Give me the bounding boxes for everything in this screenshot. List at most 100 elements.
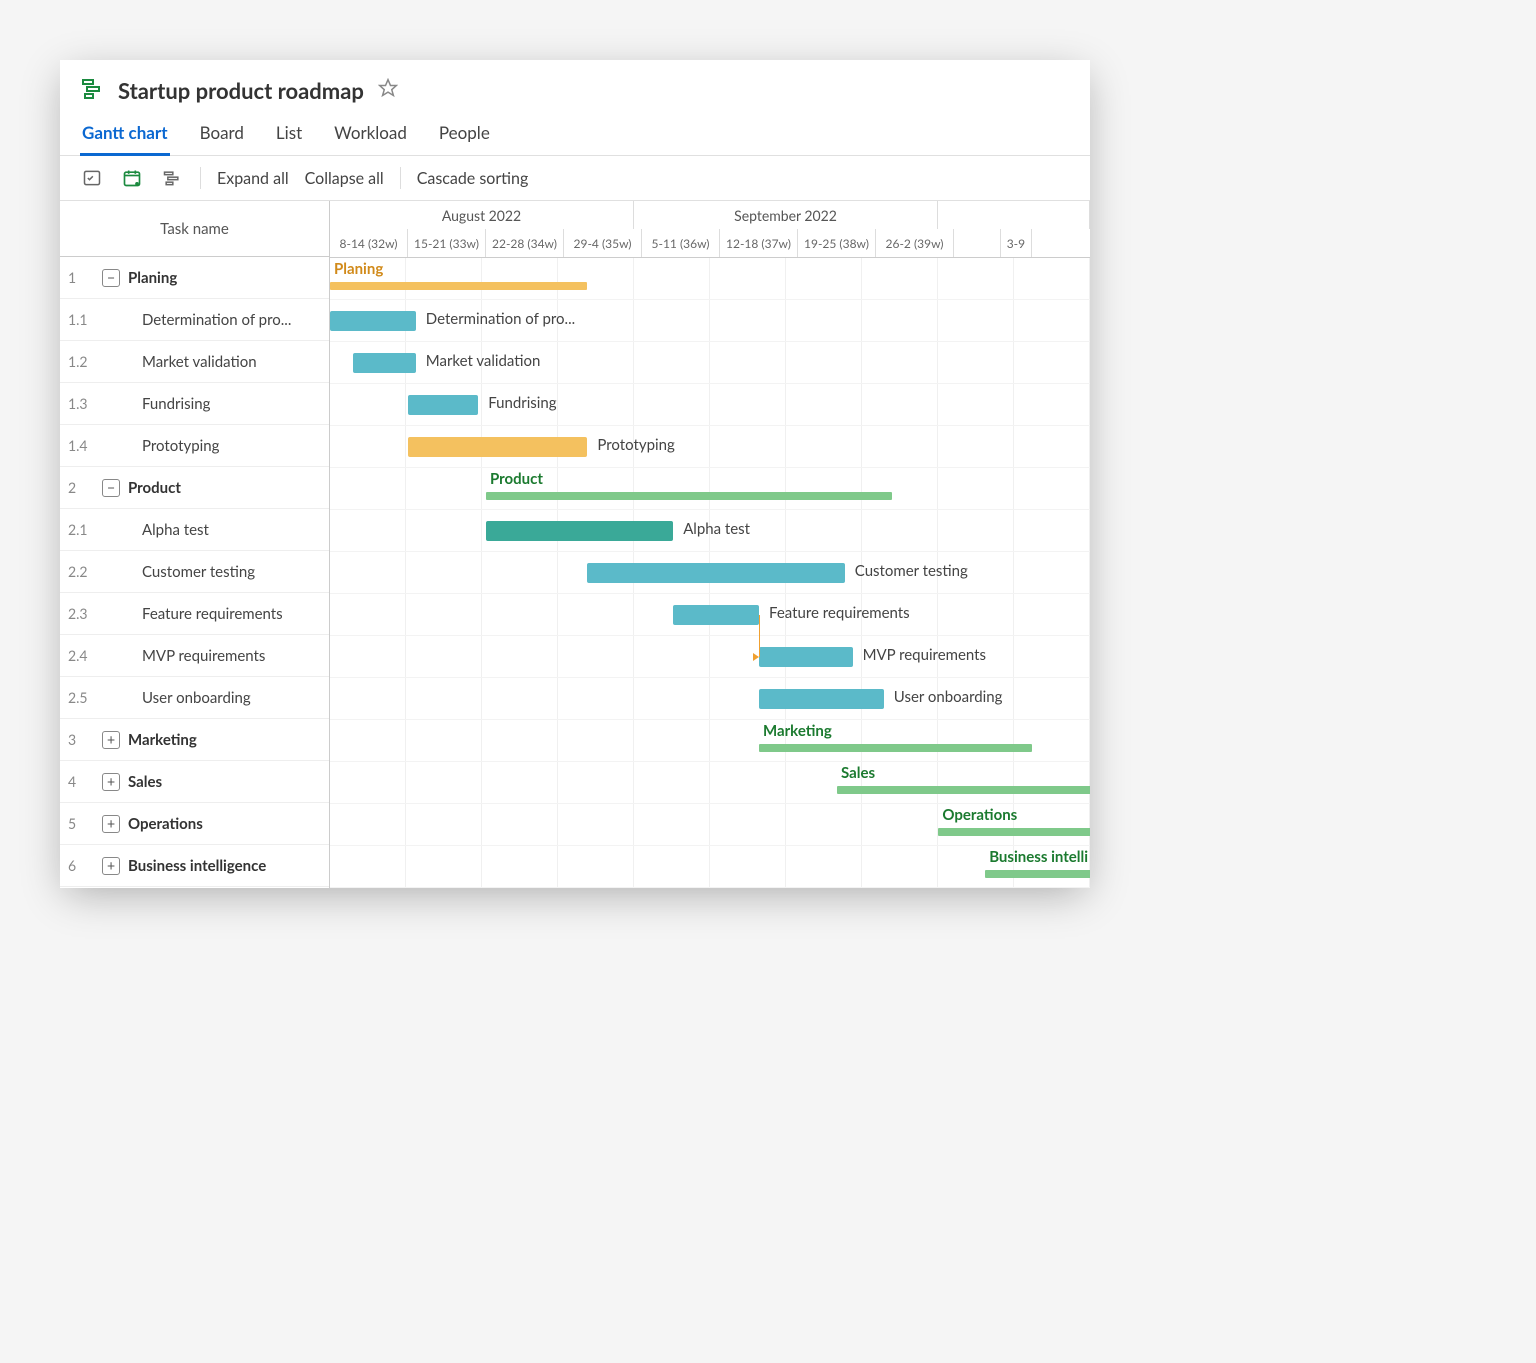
task-bar[interactable] <box>408 437 587 457</box>
timeline-column[interactable]: August 2022September 2022 8-14 (32w)15-2… <box>330 201 1090 888</box>
summary-bar[interactable] <box>938 828 1090 836</box>
summary-bar-label: Product <box>490 470 543 488</box>
view-tabs: Gantt chart Board List Workload People <box>60 112 1090 156</box>
gantt-row[interactable]: Marketing <box>330 720 1090 762</box>
task-name-label: Determination of pro... <box>142 311 291 329</box>
gantt-row[interactable]: User onboarding <box>330 678 1090 720</box>
task-row[interactable]: 2.2Customer testing <box>60 551 329 593</box>
tab-board[interactable]: Board <box>198 112 246 155</box>
tab-workload[interactable]: Workload <box>332 112 409 155</box>
task-row[interactable]: 1.2Market validation <box>60 341 329 383</box>
summary-bar[interactable] <box>486 492 892 500</box>
gantt-row[interactable]: Feature requirements <box>330 594 1090 636</box>
task-name-label: Prototyping <box>142 437 219 455</box>
gantt-row[interactable]: Market validation <box>330 342 1090 384</box>
task-row[interactable]: 1.3Fundrising <box>60 383 329 425</box>
task-row[interactable]: 2.1Alpha test <box>60 509 329 551</box>
favorite-button[interactable] <box>378 78 398 102</box>
task-name-label: Alpha test <box>142 521 209 539</box>
task-bar-label: Market validation <box>426 352 541 370</box>
task-index: 2 <box>68 479 94 496</box>
task-index: 2.4 <box>68 647 94 664</box>
summary-bar[interactable] <box>759 744 1032 752</box>
task-row[interactable]: 2.4MVP requirements <box>60 635 329 677</box>
gantt-row[interactable]: Fundrising <box>330 384 1090 426</box>
gantt-row[interactable]: Planing <box>330 258 1090 300</box>
gantt-logo-icon <box>80 76 104 104</box>
gantt-row[interactable]: MVP requirements <box>330 636 1090 678</box>
task-group-row[interactable]: 5+Operations <box>60 803 329 845</box>
task-bar-label: User onboarding <box>894 688 1003 706</box>
toolbar-divider <box>200 167 201 189</box>
expand-toggle[interactable]: + <box>102 731 120 749</box>
gantt-row[interactable]: Product <box>330 468 1090 510</box>
gantt-row[interactable]: Business intelli <box>330 846 1090 888</box>
task-bar[interactable] <box>673 605 759 625</box>
task-group-row[interactable]: 1−Planing <box>60 257 329 299</box>
task-bar[interactable] <box>408 395 478 415</box>
task-row[interactable]: 1.1Determination of pro... <box>60 299 329 341</box>
collapse-toggle[interactable]: − <box>102 269 120 287</box>
summary-bar-label: Operations <box>942 806 1017 824</box>
task-bar[interactable] <box>330 311 416 331</box>
collapse-all-button[interactable]: Collapse all <box>305 169 384 188</box>
expand-all-button[interactable]: Expand all <box>217 169 289 188</box>
task-name-label: Sales <box>128 773 162 791</box>
summary-bar[interactable] <box>985 870 1090 878</box>
task-bar-label: Fundrising <box>488 394 556 412</box>
task-bar[interactable] <box>587 563 844 583</box>
page-title: Startup product roadmap <box>118 77 364 104</box>
task-name-label: Customer testing <box>142 563 255 581</box>
task-name-label: Planing <box>128 269 177 287</box>
task-group-row[interactable]: 4 + Sales <box>60 761 329 803</box>
task-group-row[interactable]: 3 + Marketing <box>60 719 329 761</box>
gantt-view-icon[interactable] <box>160 166 184 190</box>
task-bar-label: Alpha test <box>683 520 750 538</box>
task-index: 3 <box>68 731 94 748</box>
task-index: 4 <box>68 773 94 790</box>
cascade-sorting-button[interactable]: Cascade sorting <box>417 169 529 188</box>
toolbar-divider <box>400 167 401 189</box>
task-group-row[interactable]: 2−Product <box>60 467 329 509</box>
gantt-row[interactable]: Prototyping <box>330 426 1090 468</box>
task-row[interactable]: 1.4Prototyping <box>60 425 329 467</box>
expand-toggle[interactable]: + <box>102 773 120 791</box>
gantt-row[interactable]: Customer testing <box>330 552 1090 594</box>
summary-bar[interactable] <box>330 282 587 290</box>
summary-bar-label: Marketing <box>763 722 832 740</box>
task-bar-label: Feature requirements <box>769 604 910 622</box>
checklist-icon[interactable] <box>80 166 104 190</box>
task-row[interactable]: 2.3Feature requirements <box>60 593 329 635</box>
tab-gantt-chart[interactable]: Gantt chart <box>80 112 170 155</box>
week-header: 3-9 <box>1001 229 1032 257</box>
task-name-label: Marketing <box>128 731 197 749</box>
task-index: 6 <box>68 857 94 874</box>
gantt-row[interactable]: Operations <box>330 804 1090 846</box>
toolbar: Expand all Collapse all Cascade sorting <box>60 156 1090 201</box>
task-name-label: Operations <box>128 815 203 833</box>
task-bar-label: MVP requirements <box>863 646 986 664</box>
week-header: 12-18 (37w) <box>720 229 798 257</box>
task-bar[interactable] <box>486 521 673 541</box>
week-header: 15-21 (33w) <box>408 229 486 257</box>
expand-toggle[interactable]: + <box>102 857 120 875</box>
summary-bar[interactable] <box>837 786 1090 794</box>
tab-list[interactable]: List <box>274 112 304 155</box>
expand-toggle[interactable]: + <box>102 815 120 833</box>
task-index: 1 <box>68 269 94 286</box>
task-row[interactable]: 2.5User onboarding <box>60 677 329 719</box>
tab-people[interactable]: People <box>437 112 492 155</box>
gantt-row[interactable]: Determination of pro... <box>330 300 1090 342</box>
gantt-row[interactable]: Sales <box>330 762 1090 804</box>
task-name-label: User onboarding <box>142 689 251 707</box>
gantt-row[interactable]: Alpha test <box>330 510 1090 552</box>
task-group-row[interactable]: 6+Business intelligence <box>60 845 329 887</box>
week-header: 22-28 (34w) <box>486 229 564 257</box>
task-bar[interactable] <box>759 647 853 667</box>
week-header: 5-11 (36w) <box>642 229 720 257</box>
collapse-toggle[interactable]: − <box>102 479 120 497</box>
calendar-today-icon[interactable] <box>120 166 144 190</box>
task-bar[interactable] <box>353 353 415 373</box>
task-bar[interactable] <box>759 689 884 709</box>
summary-bar-label: Sales <box>841 764 875 782</box>
